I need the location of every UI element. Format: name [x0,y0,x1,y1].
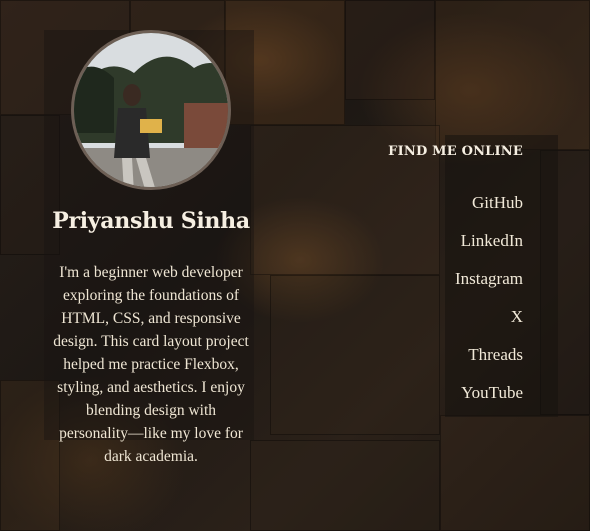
profile-name: Priyanshu Sinha [52,208,250,234]
link-x[interactable]: X [455,298,523,336]
avatar-photo [74,33,228,187]
link-threads[interactable]: Threads [455,336,523,374]
avatar [71,30,231,190]
profile-bio: I'm a beginner web developer exploring t… [53,264,249,465]
link-youtube[interactable]: YouTube [455,374,523,412]
social-links: GitHub LinkedIn Instagram X Threads YouT… [455,184,523,412]
link-github[interactable]: GitHub [455,184,523,222]
link-linkedin[interactable]: LinkedIn [455,222,523,260]
link-instagram[interactable]: Instagram [455,260,523,298]
links-heading: FIND ME ONLINE [388,144,523,159]
